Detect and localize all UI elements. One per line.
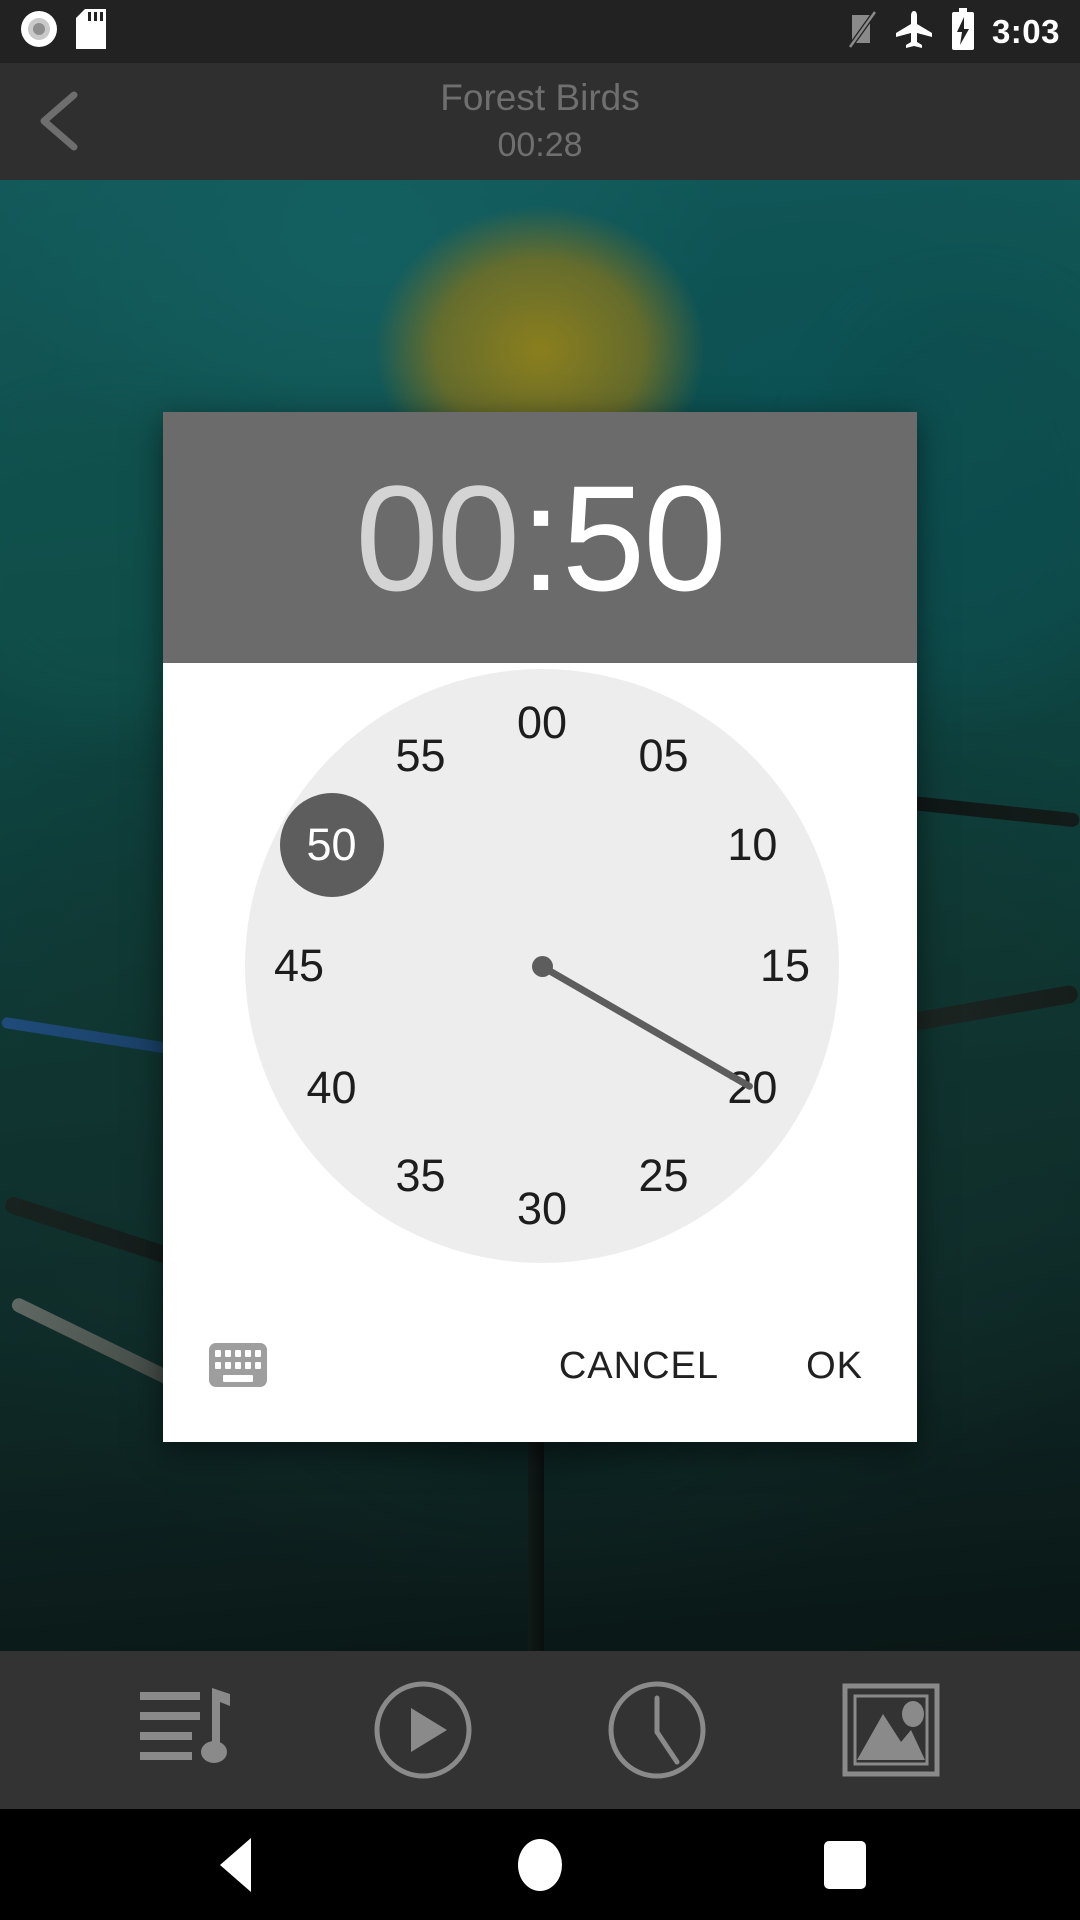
back-triangle-icon bbox=[219, 1837, 251, 1892]
clock-icon bbox=[608, 1681, 706, 1779]
status-bar-left-icons bbox=[20, 9, 106, 54]
clock-tick-10[interactable]: 10 bbox=[704, 815, 800, 875]
airplane-mode-icon bbox=[894, 9, 934, 54]
bottom-toolbar bbox=[0, 1651, 1080, 1809]
status-bar: 3:03 bbox=[0, 0, 1080, 63]
signal-off-icon bbox=[847, 9, 878, 54]
clock-tick-45[interactable]: 45 bbox=[251, 936, 347, 996]
time-picker-dialog: 00 : 50 00 05 10 15 20 25 30 35 40 45 50 55 bbox=[163, 412, 917, 1442]
sd-card-icon bbox=[76, 9, 106, 54]
clock-tick-00[interactable]: 00 bbox=[494, 693, 590, 753]
cancel-button[interactable]: CANCEL bbox=[549, 1333, 729, 1400]
dialog-action-bar: CANCEL OK bbox=[163, 1303, 917, 1442]
ok-button[interactable]: OK bbox=[796, 1333, 873, 1400]
status-bar-clock: 3:03 bbox=[991, 12, 1060, 50]
clock-tick-35[interactable]: 35 bbox=[373, 1146, 469, 1206]
time-picker-header: 00 : 50 bbox=[163, 412, 917, 663]
clock-center-dot bbox=[532, 956, 553, 977]
playlist-music-icon bbox=[140, 1688, 230, 1763]
clock-tick-15[interactable]: 15 bbox=[737, 936, 833, 996]
recents-square-icon bbox=[824, 1840, 866, 1889]
clock-tick-55[interactable]: 55 bbox=[373, 726, 469, 786]
clock-tick-40[interactable]: 40 bbox=[284, 1058, 380, 1118]
keyboard-input-toggle-button[interactable] bbox=[209, 1343, 273, 1399]
time-display: 00 : 50 bbox=[355, 453, 727, 622]
toolbar-item-timer[interactable] bbox=[597, 1675, 717, 1785]
toolbar-item-play[interactable] bbox=[363, 1675, 483, 1785]
clock-tick-30[interactable]: 30 bbox=[494, 1179, 590, 1239]
nav-back-button[interactable] bbox=[135, 1809, 335, 1920]
clock-picker-area[interactable]: 00 05 10 15 20 25 30 35 40 45 50 55 bbox=[163, 663, 917, 1303]
record-disc-icon bbox=[20, 10, 58, 53]
android-navigation-bar bbox=[0, 1809, 1080, 1920]
battery-charging-icon bbox=[950, 8, 976, 55]
image-gallery-icon bbox=[842, 1683, 940, 1777]
play-circle-icon bbox=[374, 1681, 472, 1779]
clock-tick-05[interactable]: 05 bbox=[616, 726, 712, 786]
home-circle-icon bbox=[518, 1838, 562, 1891]
page-title: Forest Birds bbox=[440, 77, 640, 118]
toolbar-item-playlist[interactable] bbox=[129, 1675, 249, 1785]
time-minutes[interactable]: 50 bbox=[562, 463, 727, 613]
clock-tick-25[interactable]: 25 bbox=[616, 1146, 712, 1206]
toolbar-item-image[interactable] bbox=[831, 1675, 951, 1785]
status-bar-right-icons: 3:03 bbox=[847, 8, 1060, 55]
nav-home-button[interactable] bbox=[440, 1809, 640, 1920]
page-subtitle-duration: 00:28 bbox=[497, 126, 583, 164]
time-separator: : bbox=[520, 453, 562, 622]
app-bar: Forest Birds 00:28 bbox=[0, 63, 1080, 180]
clock-tick-50[interactable]: 50 bbox=[284, 815, 380, 875]
nav-recents-button[interactable] bbox=[745, 1809, 945, 1920]
keyboard-icon bbox=[209, 1343, 267, 1387]
time-hours[interactable]: 00 bbox=[355, 463, 520, 613]
